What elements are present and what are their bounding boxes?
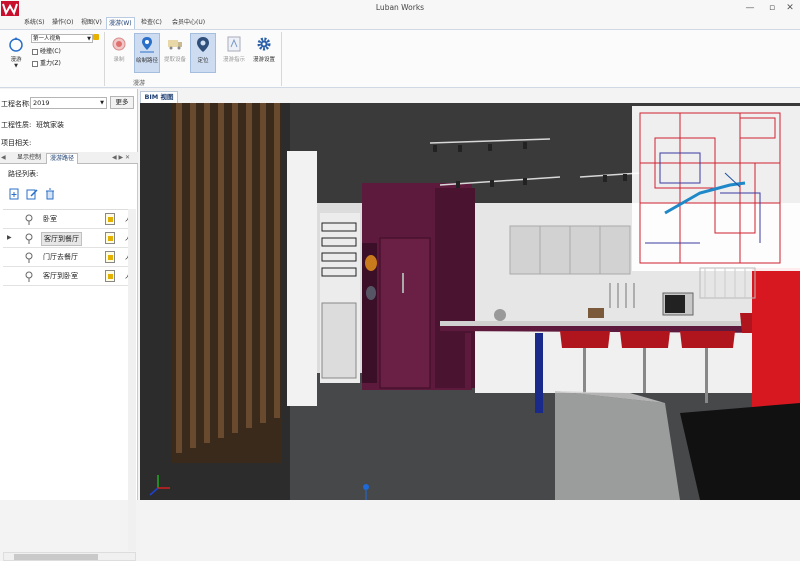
tab-display-control[interactable]: 显示控制 (14, 153, 44, 164)
roam-icon (9, 37, 23, 52)
path-doc-icon[interactable] (105, 232, 115, 244)
edit-path-icon[interactable] (26, 188, 38, 200)
draw-path-button[interactable]: 绘制路径 (134, 33, 160, 73)
roam-hint-label: 漫游指示 (222, 57, 245, 63)
extract-device-button[interactable]: 提取设备 (162, 33, 188, 73)
left-panel: 工程名称: 2019 ▼ 更多 工程性质: 班筑家装 项目相关: ◀ 显示控制 … (0, 89, 138, 561)
divider (281, 32, 282, 86)
close-button[interactable]: ✕ (780, 2, 800, 14)
add-path-icon[interactable] (8, 188, 20, 200)
checkbox-box[interactable] (32, 48, 38, 55)
locate-button[interactable]: 定位 (190, 33, 216, 73)
roam-settings-label: 漫游设置 (252, 57, 275, 63)
checkbox-box[interactable] (32, 60, 38, 67)
divider (104, 32, 105, 86)
project-related-label: 项目相关: (1, 139, 32, 147)
lock-icon[interactable] (93, 34, 99, 40)
ribbon: 漫游 ▼ 第一人视角 ▼ 碰撞(C) 重力(Z) 录制 绘制路径 提取设备 定位… (0, 29, 800, 88)
menu-member-center[interactable]: 会员中心(U) (170, 17, 207, 29)
locate-label: 定位 (197, 58, 209, 64)
menu-bar: 系统(S) 操作(O) 视图(V) 漫游(W) 检查(C) 会员中心(U) (0, 17, 800, 29)
roam-hint-button[interactable]: 漫游指示 (221, 33, 247, 73)
project-nature-label: 工程性质: (1, 121, 32, 129)
delete-path-icon[interactable] (44, 188, 56, 200)
scene-render (140, 103, 800, 500)
mini-map[interactable] (632, 106, 800, 271)
more-button[interactable]: 更多 (110, 96, 134, 109)
path-list-title: 路径列表: (8, 170, 39, 178)
bim-3d-viewport[interactable] (140, 103, 800, 500)
gear-icon (257, 37, 271, 51)
view-mode-value: 第一人视角 (33, 36, 61, 42)
app-title: Luban Works (375, 3, 425, 12)
tab-roam-path[interactable]: 漫游路径 (46, 153, 79, 164)
list-item-selected[interactable]: ▶ 客厅到餐厅 人 (3, 229, 136, 248)
truck-icon (168, 40, 182, 50)
list-item[interactable]: 门厅去餐厅 人 (3, 248, 136, 267)
title-bar: Luban Works — ▫ ✕ (0, 0, 800, 17)
draw-path-icon (140, 37, 154, 53)
list-item[interactable]: 卧室 人 (3, 210, 136, 229)
ribbon-group-label: 漫游 (133, 80, 146, 87)
menu-system[interactable]: 系统(S) (22, 17, 47, 29)
record-button[interactable]: 录制 (106, 33, 132, 73)
horizontal-scrollbar[interactable] (3, 552, 136, 561)
purple-cabinet (362, 183, 475, 390)
path-pin-icon (25, 271, 33, 282)
chevron-down-icon: ▼ (100, 100, 104, 106)
path-doc-icon[interactable] (105, 251, 115, 263)
gravity-label: 重力(Z) (40, 60, 61, 67)
list-item[interactable]: 客厅到卧室 人 (3, 267, 136, 286)
path-pin-icon (25, 214, 33, 225)
panel-tabs: ◀ 显示控制 漫游路径 ◀ ▶ ✕ (0, 152, 138, 164)
path-name: 门厅去餐厅 (43, 253, 78, 261)
path-doc-icon[interactable] (105, 213, 115, 225)
row-pointer-icon: ▶ (7, 234, 12, 241)
menu-roam[interactable]: 漫游(W) (106, 17, 135, 29)
gravity-checkbox[interactable]: 重力(Z) (32, 58, 61, 67)
tab-nav-icon[interactable]: ◀ ▶ ✕ (112, 154, 130, 161)
chevron-down-icon: ▼ (14, 63, 18, 69)
collision-checkbox[interactable]: 碰撞(C) (32, 46, 61, 55)
menu-operate[interactable]: 操作(O) (50, 17, 75, 29)
project-name-value: 2019 (33, 99, 50, 107)
collision-label: 碰撞(C) (40, 48, 61, 55)
project-name-label: 工程名称: (1, 100, 32, 108)
roam-hint-icon (227, 36, 241, 52)
wood-slats (172, 103, 282, 463)
record-icon (112, 37, 126, 51)
path-name: 客厅到餐厅 (41, 232, 82, 246)
maximize-button[interactable]: ▫ (762, 2, 782, 14)
roam-button[interactable]: 漫游 ▼ (5, 33, 27, 73)
path-doc-icon[interactable] (105, 270, 115, 282)
view-mode-select[interactable]: 第一人视角 ▼ (31, 34, 93, 43)
project-name-select[interactable]: 2019 ▼ (30, 97, 107, 109)
menu-check[interactable]: 检查(C) (139, 17, 164, 29)
path-name: 客厅到卧室 (43, 272, 78, 280)
tab-scroll-left-icon[interactable]: ◀ (1, 154, 6, 161)
roam-settings-button[interactable]: 漫游设置 (251, 33, 277, 73)
menu-view[interactable]: 视图(V) (79, 17, 104, 29)
tab-bim-view[interactable]: BIM 视图 (140, 91, 178, 103)
project-nature-value: 班筑家装 (36, 121, 64, 129)
path-pin-icon (25, 233, 33, 244)
record-label: 录制 (113, 57, 125, 63)
path-name: 卧室 (43, 215, 57, 223)
path-pin-icon (25, 252, 33, 263)
scrollbar-thumb[interactable] (14, 554, 98, 560)
extract-device-label: 提取设备 (163, 57, 186, 63)
draw-path-label: 绘制路径 (135, 58, 158, 64)
minimize-button[interactable]: — (740, 2, 760, 14)
chevron-down-icon: ▼ (87, 36, 91, 42)
wall-shelves (320, 213, 360, 383)
path-list: 卧室 人 ▶ 客厅到餐厅 人 门厅去餐厅 人 客厅到卧室 人 (3, 209, 136, 286)
location-pin-icon (197, 37, 209, 52)
